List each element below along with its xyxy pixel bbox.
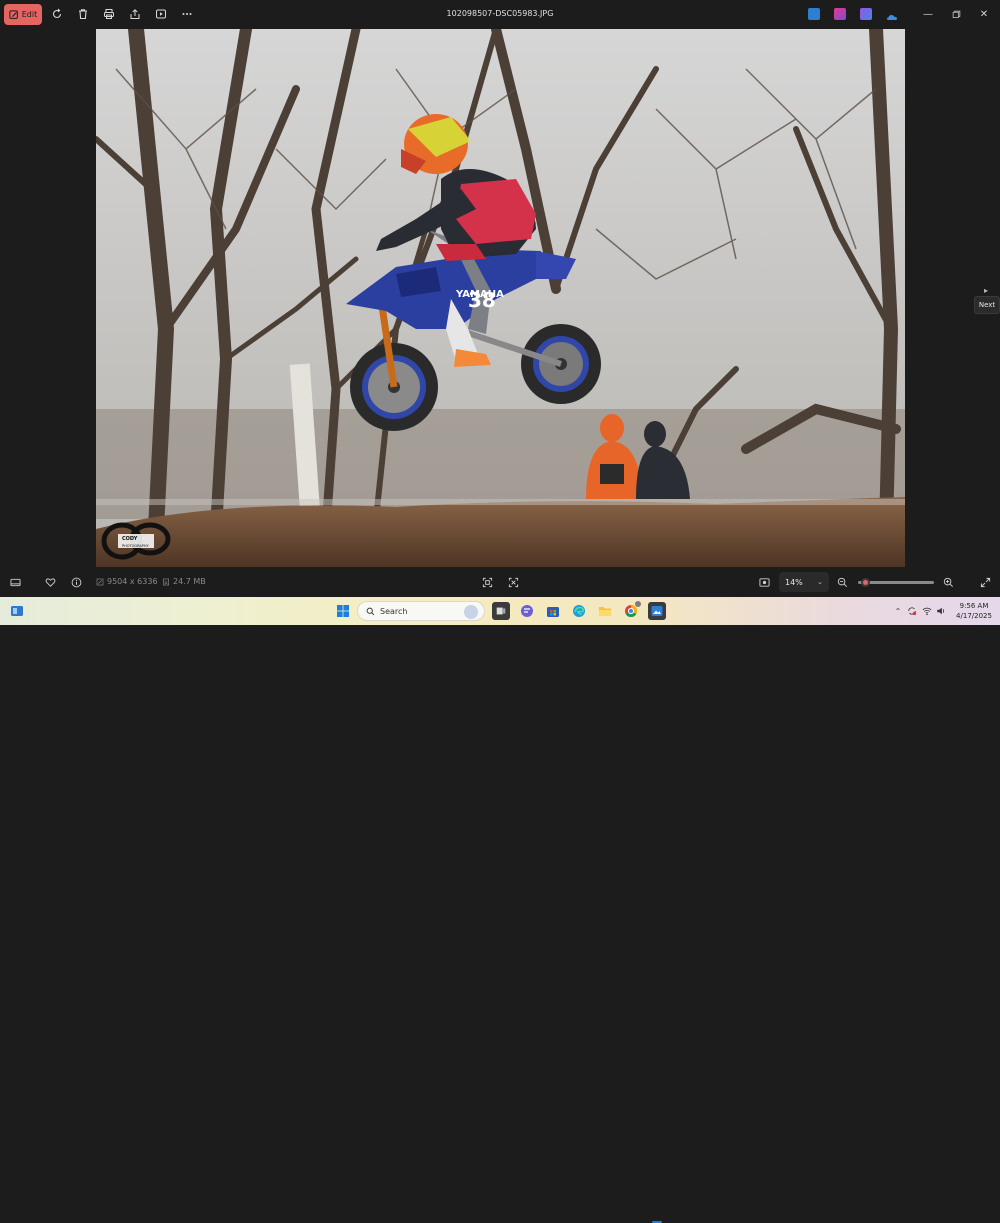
close-button[interactable]: ✕ [976, 6, 992, 22]
edit-button[interactable]: Edit [4, 4, 42, 25]
folder-icon [599, 607, 611, 616]
file-size-text: 24.7 MB [173, 577, 206, 586]
photos-app-icon[interactable] [648, 602, 666, 620]
notification-badge-icon [635, 601, 641, 607]
restore-button[interactable] [948, 6, 964, 22]
delete-button[interactable] [75, 6, 91, 22]
windows-taskbar: Search ⌃ 9:56 AM 4/17/2025 [0, 597, 1000, 1223]
edge-icon [573, 605, 585, 617]
full-screen-button[interactable] [977, 574, 993, 590]
photos-icon [651, 606, 663, 616]
motocross-photo: YAMAHA 38 [96, 29, 905, 567]
more-options-button[interactable] [179, 6, 195, 22]
rider-number-text: 38 [468, 288, 496, 312]
filmstrip-icon [9, 578, 21, 586]
clock-time: 9:56 AM [959, 602, 989, 610]
file-explorer-app-icon[interactable] [596, 602, 614, 620]
task-view-icon [496, 607, 506, 615]
wifi-button[interactable] [921, 605, 933, 617]
clipchamp-icon[interactable] [834, 8, 846, 20]
zoom-fit-icon [758, 577, 770, 587]
photo-viewport[interactable]: YAMAHA 38 CODY PHOTOGRAPHY [96, 29, 905, 567]
store-icon [547, 607, 559, 617]
search-placeholder: Search [380, 606, 408, 616]
photos-app-window: Edit 102098507-DSC05983.JPG — ✕ YAMAHA 3… [0, 0, 1000, 597]
image-dimensions: 9504 x 6336 [96, 577, 158, 586]
taskbar-search-box[interactable]: Search [357, 601, 485, 621]
file-size: 24.7 MB [162, 577, 206, 586]
chat-icon [521, 605, 533, 617]
share-button[interactable] [127, 6, 143, 22]
actual-size-button[interactable] [505, 574, 521, 590]
filmstrip-button[interactable] [7, 574, 23, 590]
windows-logo-icon [337, 605, 349, 617]
zoom-out-icon [837, 577, 847, 587]
search-highlight-icon [464, 605, 478, 619]
rotate-button[interactable] [49, 6, 65, 22]
file-name: 102098507-DSC05983.JPG [446, 9, 554, 18]
clock-date: 4/17/2025 [956, 612, 992, 620]
zoom-level-dropdown[interactable]: 14% ⌄ [779, 572, 829, 592]
zoom-slider-thumb[interactable] [861, 578, 871, 587]
fit-to-window-button[interactable] [479, 574, 495, 590]
actual-size-icon [508, 577, 518, 587]
restore-icon [952, 10, 960, 18]
photos-editor-icon[interactable] [808, 8, 820, 20]
title-bar: Edit 102098507-DSC05983.JPG — ✕ [0, 0, 1000, 29]
rotate-icon [52, 8, 62, 19]
close-icon: ✕ [979, 8, 989, 20]
zoom-fit-button[interactable] [756, 574, 772, 590]
onedrive-icon[interactable] [886, 8, 898, 20]
info-icon [71, 577, 81, 587]
watermark-line1: CODY [122, 536, 138, 542]
chevron-down-icon: ⌄ [817, 578, 823, 586]
zoom-level-text: 14% [785, 577, 803, 587]
next-arrow-icon[interactable]: ▸ [984, 286, 996, 296]
speaker-icon [937, 607, 945, 615]
wifi-icon [922, 607, 932, 616]
file-info-button[interactable] [68, 574, 84, 590]
widgets-icon [11, 606, 23, 616]
bottom-toolbar: 9504 x 6336 24.7 MB 14% ⌄ [0, 568, 1000, 597]
zoom-out-button[interactable] [834, 574, 850, 590]
task-view-button[interactable] [492, 602, 510, 620]
zoom-in-button[interactable] [940, 574, 956, 590]
watermark-line2: PHOTOGRAPHY [122, 544, 150, 548]
search-icon [366, 607, 375, 615]
edge-app-icon[interactable] [570, 602, 588, 620]
sync-icon [908, 607, 917, 616]
share-icon [130, 9, 140, 19]
edit-button-label: Edit [21, 10, 38, 19]
slideshow-icon [156, 9, 166, 19]
more-icon [182, 13, 192, 15]
print-icon [104, 9, 114, 19]
minimize-icon: — [923, 8, 933, 20]
zoom-in-icon [943, 577, 953, 587]
copilot-app-icon[interactable] [518, 602, 536, 620]
chrome-app-icon[interactable] [622, 601, 641, 620]
dimensions-text: 9504 x 6336 [107, 577, 158, 586]
dimensions-icon [96, 578, 104, 585]
chevron-up-icon: ⌃ [894, 606, 902, 616]
edit-icon [9, 9, 18, 19]
start-button[interactable] [334, 602, 352, 620]
taskbar-clock[interactable]: 9:56 AM 4/17/2025 [950, 601, 998, 621]
slideshow-button[interactable] [153, 6, 169, 22]
show-hidden-icons-button[interactable]: ⌃ [892, 605, 904, 617]
expand-icon [980, 577, 990, 587]
volume-button[interactable] [935, 605, 947, 617]
trash-icon [79, 9, 87, 20]
fit-icon [482, 577, 492, 587]
heart-icon [45, 577, 55, 587]
minimize-button[interactable]: — [920, 6, 936, 22]
file-size-icon [163, 578, 169, 585]
favorite-button[interactable] [42, 574, 58, 590]
widgets-button[interactable] [8, 602, 26, 620]
next-tooltip: Next [974, 296, 1000, 314]
store-app-icon[interactable] [544, 602, 562, 620]
designer-icon[interactable] [860, 8, 872, 20]
print-button[interactable] [101, 6, 117, 22]
photographer-watermark: CODY PHOTOGRAPHY [101, 522, 171, 560]
tray-app-icon[interactable] [906, 605, 918, 617]
